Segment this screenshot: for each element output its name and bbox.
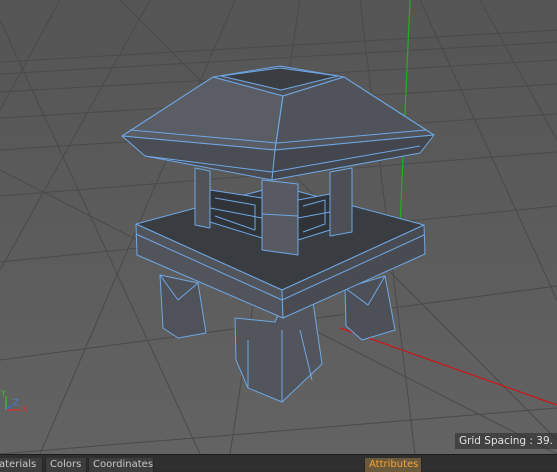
- tab-materials[interactable]: aterials: [0, 458, 43, 472]
- viewport-scene[interactable]: Y X Z: [0, 0, 557, 454]
- tab-colors[interactable]: Colors: [45, 458, 87, 472]
- axis-label-x: X: [22, 405, 28, 414]
- manager-tab-bar: aterials Colors Coordinates Attributes: [0, 454, 557, 472]
- post-left: [194, 167, 211, 229]
- axis-label-z: Z: [13, 398, 19, 407]
- tab-attributes[interactable]: Attributes: [364, 458, 422, 472]
- x-axis-line: [339, 327, 557, 406]
- y-axis-line: [399, 0, 411, 226]
- post-front: [261, 179, 299, 256]
- axis-label-y: Y: [0, 389, 6, 398]
- lantern-model[interactable]: [121, 65, 435, 403]
- grid-spacing-status: Grid Spacing : 39.: [454, 433, 557, 449]
- post-right: [329, 167, 353, 237]
- tab-coordinates[interactable]: Coordinates: [88, 458, 154, 472]
- axis-gizmo: Y X Z: [0, 389, 28, 414]
- 3d-viewport[interactable]: Y X Z Grid Spacing : 39.: [0, 0, 557, 454]
